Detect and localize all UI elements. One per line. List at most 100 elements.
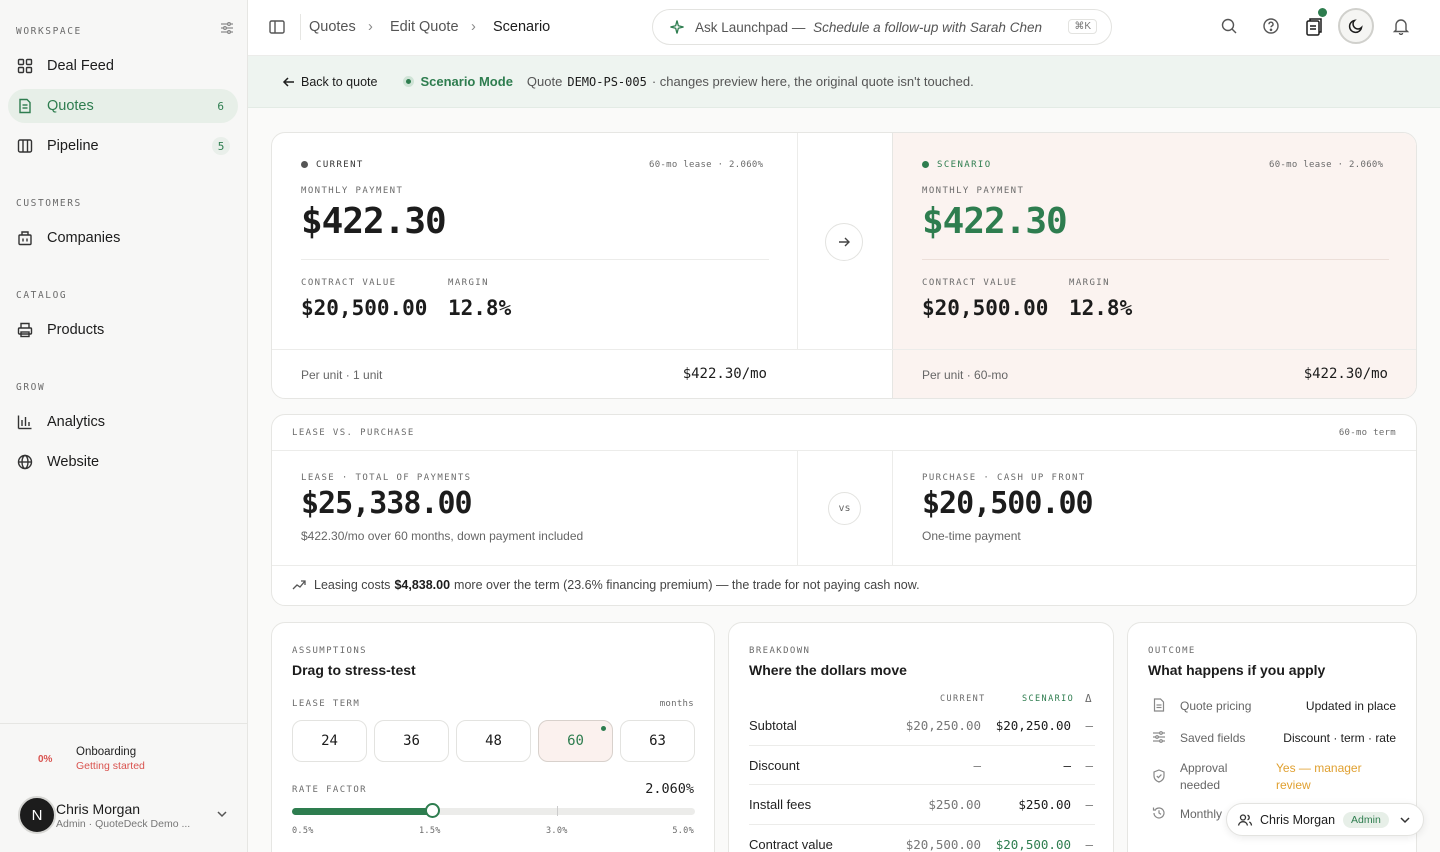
scenario-contract-value: $20,500.00 — [922, 296, 1049, 320]
sidebar-item-pipeline[interactable]: Pipeline 5 — [8, 129, 238, 163]
sidebar-item-label: Analytics — [47, 414, 106, 430]
lease-total: $25,338.00 — [301, 486, 473, 521]
vs-text: vs — [838, 503, 851, 514]
user-menu[interactable]: N Chris Morgan Admin · QuoteDeck Demo ..… — [18, 796, 238, 836]
lease-term-label: LEASE TERM — [292, 699, 361, 709]
columns-icon — [17, 138, 33, 154]
breakdown-row-label: Install fees — [749, 797, 812, 812]
current-footer-left: Per unit · 1 unit — [301, 368, 383, 382]
activity-icon[interactable] — [1304, 8, 1327, 37]
scenario-mode-label: Scenario Mode — [420, 74, 513, 89]
scenario-monthly-label: MONTHLY PAYMENT — [922, 186, 1025, 196]
sidebar-item-quotes[interactable]: Quotes 6 — [8, 89, 238, 123]
grow-section-label: GROW — [16, 382, 46, 393]
breakdown-row-scenario: $20,250.00 — [995, 718, 1071, 733]
shield-icon — [1152, 769, 1166, 783]
sidebar-item-analytics[interactable]: Analytics — [8, 405, 238, 439]
breakdown-row-current: $250.00 — [928, 797, 981, 812]
rate-factor-label: RATE FACTOR — [292, 785, 368, 795]
theme-toggle-button[interactable] — [1338, 8, 1374, 44]
term-option-60[interactable]: 60 — [538, 720, 613, 762]
breakdown-title: Where the dollars move — [749, 662, 907, 678]
help-icon[interactable] — [1262, 17, 1282, 37]
bell-icon[interactable] — [1392, 17, 1412, 37]
breakdown-row-scenario: $250.00 — [1018, 797, 1071, 812]
presence-pill[interactable]: Chris Morgan Admin — [1226, 803, 1424, 836]
breadcrumb-edit-quote[interactable]: Edit Quote — [390, 19, 459, 35]
term-value: 24 — [321, 733, 338, 749]
notification-dot — [1318, 8, 1327, 17]
term-option-36[interactable]: 36 — [374, 720, 449, 762]
summary-row: Leasing costs $4,838.00 more over the te… — [292, 578, 920, 592]
printer-icon — [17, 322, 33, 338]
trend-up-icon — [292, 578, 306, 592]
scenario-pane — [892, 133, 1416, 398]
sidebar-item-label: Quotes — [47, 98, 94, 114]
purchase-subtext: One-time payment — [922, 529, 1021, 543]
ask-launchpad-input[interactable]: Ask Launchpad — Schedule a follow-up wit… — [652, 9, 1112, 45]
onboarding-subtitle: Getting started — [76, 760, 145, 772]
col-scenario-header: SCENARIO — [1022, 694, 1075, 704]
sidebar-item-website[interactable]: Website — [8, 445, 238, 479]
arrow-right-icon — [837, 235, 851, 249]
sidebar-item-companies[interactable]: Companies — [8, 221, 238, 255]
sidebar-item-products[interactable]: Products — [8, 313, 238, 347]
scenario-label: SCENARIO — [922, 160, 992, 170]
onboarding-widget[interactable]: 0% Onboarding Getting started — [20, 744, 230, 780]
customers-section-label: CUSTOMERS — [16, 198, 82, 209]
user-subtitle: Admin · QuoteDeck Demo ... — [56, 818, 191, 830]
term-option-48[interactable]: 48 — [456, 720, 531, 762]
sparkle-icon — [669, 19, 685, 35]
avatar-letter: N — [31, 806, 43, 824]
scenario-monthly-payment: $422.30 — [922, 201, 1068, 242]
breakdown-row-scenario: — — [1063, 758, 1071, 773]
avatar: N — [18, 796, 56, 834]
current-contract-value: $20,500.00 — [301, 296, 428, 320]
slider-tick-label: 3.0% — [546, 826, 568, 836]
term-option-24[interactable]: 24 — [292, 720, 367, 762]
slider-thumb[interactable] — [425, 803, 440, 818]
arrow-left-icon — [282, 75, 296, 89]
moon-icon — [1348, 18, 1364, 34]
term-value: 60 — [567, 733, 584, 749]
scenario-banner: Back to quote Scenario Mode Quote DEMO-P… — [248, 56, 1440, 108]
lease-vs-title: LEASE VS. PURCHASE — [292, 428, 415, 438]
outcome-kicker: OUTCOME — [1148, 646, 1196, 656]
divider — [922, 259, 1389, 260]
slider-tick-label: 1.5% — [419, 826, 441, 836]
chevron-down-icon — [1399, 814, 1411, 826]
breakdown-row-current: $20,500.00 — [905, 837, 981, 852]
divider — [300, 14, 301, 40]
outcome-row-label: Saved fields — [1180, 731, 1246, 745]
assumptions-kicker: ASSUMPTIONS — [292, 646, 368, 656]
slider-fill — [292, 808, 432, 815]
current-meta: 60-mo lease · 2.060% — [649, 160, 764, 170]
back-to-quote-link[interactable]: Back to quote — [282, 75, 377, 89]
sidebar-item-label: Website — [47, 454, 100, 470]
onboarding-title: Onboarding — [76, 746, 137, 758]
outcome-row-value: Updated in place — [1305, 699, 1396, 713]
sidebar-item-label: Products — [47, 322, 105, 338]
arrow-right-button[interactable] — [825, 223, 863, 261]
breadcrumb-quotes[interactable]: Quotes — [309, 19, 356, 35]
chevron-down-icon[interactable] — [216, 808, 228, 820]
divider — [301, 259, 769, 260]
lease-vs-purchase-card: LEASE VS. PURCHASE 60-mo term LEASE · TO… — [271, 414, 1417, 606]
sidebar-settings-icon[interactable] — [220, 21, 234, 35]
rate-slider[interactable] — [292, 803, 695, 818]
divider — [749, 745, 1095, 746]
sidebar-toggle-icon[interactable] — [268, 18, 288, 38]
summary-pre: Leasing costs — [314, 578, 391, 592]
back-label: Back to quote — [301, 74, 378, 89]
topbar: Quotes › Edit Quote › Scenario Ask Launc… — [248, 0, 1440, 56]
sidebar-item-deal-feed[interactable]: Deal Feed — [8, 49, 238, 83]
search-icon[interactable] — [1220, 17, 1240, 37]
divider — [797, 133, 798, 349]
scenario-footer-left: Per unit · 60-mo — [922, 368, 1009, 382]
purchase-label: PURCHASE · CASH UP FRONT — [922, 473, 1086, 483]
term-option-63[interactable]: 63 — [620, 720, 695, 762]
scenario-mode-dot — [403, 76, 415, 87]
presence-name: Chris Morgan — [1260, 812, 1336, 827]
banner-note: · changes preview here, the original quo… — [651, 74, 974, 89]
shortcut-hint: ⌘K — [1068, 19, 1097, 34]
